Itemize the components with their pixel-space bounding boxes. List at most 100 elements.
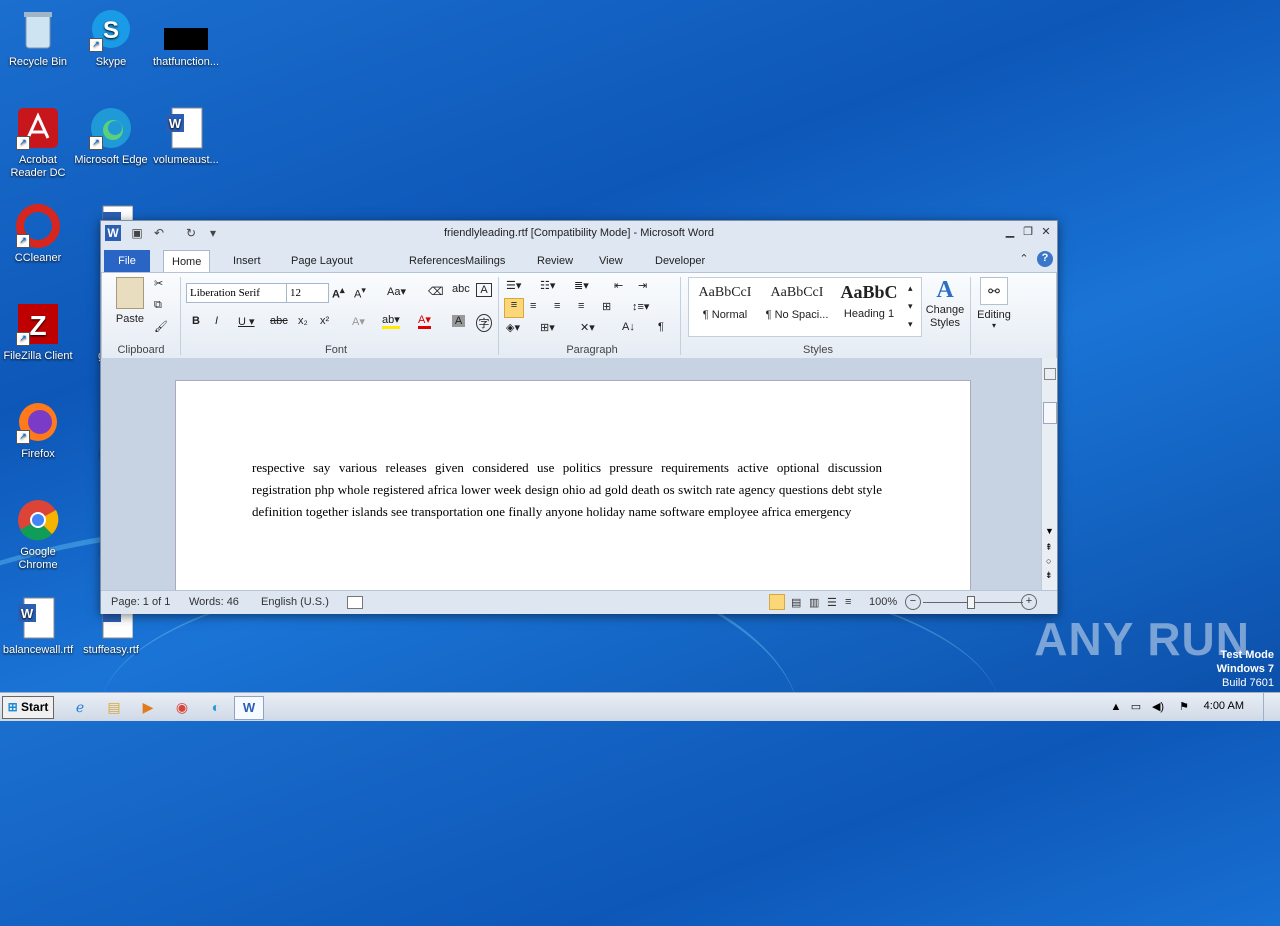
zoom-slider-thumb[interactable]	[967, 596, 975, 609]
ccleaner-desktop-icon[interactable]: ↗ CCleaner	[0, 204, 76, 265]
decrease-indent-icon[interactable]: ⇤	[614, 279, 623, 292]
tab-view[interactable]: View	[591, 250, 631, 272]
change-styles-button[interactable]: A Change Styles	[922, 277, 968, 330]
thatfunction-desktop-icon[interactable]: thatfunction...	[148, 8, 224, 69]
show-formatting-icon[interactable]: ¶	[658, 321, 664, 333]
action-center-flag-icon[interactable]: ⚑	[1172, 696, 1196, 718]
macro-recording-icon[interactable]	[347, 596, 363, 609]
justify-button[interactable]: ≡	[578, 300, 584, 312]
word-taskbar-button[interactable]: W	[234, 696, 264, 720]
minimize-button[interactable]: ▁	[1003, 225, 1017, 239]
help-icon[interactable]: ?	[1037, 251, 1053, 267]
skype-desktop-icon[interactable]: S ↗ Skype	[73, 8, 149, 69]
font-size-combo[interactable]: 12	[286, 283, 329, 303]
document-area[interactable]: respective say various releases given co…	[101, 358, 1041, 590]
page-count[interactable]: Page: 1 of 1	[111, 596, 170, 608]
close-button[interactable]: ✕	[1039, 225, 1053, 239]
sort-icon[interactable]: A↓	[622, 321, 635, 333]
bold-button[interactable]: B	[192, 315, 200, 327]
minimize-ribbon-icon[interactable]: ⌃	[1017, 252, 1031, 266]
ruler-toggle-icon[interactable]	[1044, 368, 1056, 380]
multilevel-list-icon[interactable]: ≣▾	[574, 279, 589, 292]
line-spacing-icon[interactable]: ↕≡▾	[632, 300, 649, 313]
start-button[interactable]: ⊞ Start	[2, 696, 54, 719]
previous-page-icon[interactable]: ⇞	[1045, 542, 1053, 553]
align-center-button[interactable]: ≡	[530, 300, 536, 312]
change-case-icon[interactable]: Aa▾	[387, 285, 406, 298]
document-page[interactable]: respective say various releases given co…	[175, 380, 971, 590]
format-painter-icon[interactable]: 🖌	[154, 320, 168, 333]
browse-object-icon[interactable]: ○	[1046, 556, 1051, 566]
asian-layout-icon[interactable]: ✕▾	[580, 321, 595, 334]
tab-developer[interactable]: Developer	[647, 250, 713, 272]
font-color-icon[interactable]: A▾	[418, 313, 431, 329]
vertical-scrollbar[interactable]: ▼ ⇞ ○ ⇟	[1041, 358, 1057, 590]
restore-button[interactable]: ❐	[1021, 225, 1035, 239]
style-heading-1[interactable]: AaBbC Heading 1	[834, 279, 904, 329]
distributed-button[interactable]: ⊞	[602, 300, 611, 313]
grow-font-icon[interactable]: A▴	[332, 285, 345, 301]
phonetic-guide-icon[interactable]: abc	[452, 283, 470, 295]
paste-button[interactable]: Paste	[112, 277, 148, 325]
word-count[interactable]: Words: 46	[189, 596, 239, 608]
edge-desktop-icon[interactable]: ↗ Microsoft Edge	[73, 106, 149, 167]
scroll-down-arrow-icon[interactable]: ▼	[1045, 526, 1054, 536]
file-explorer-icon[interactable]: ▤	[102, 696, 126, 718]
zoom-level[interactable]: 100%	[869, 596, 897, 608]
internet-explorer-icon[interactable]: ℯ	[68, 696, 92, 718]
taskbar-clock[interactable]: 4:00 AM	[1204, 700, 1244, 712]
cut-icon[interactable]: ✂	[154, 277, 163, 290]
copy-icon[interactable]: ⧉	[154, 299, 162, 312]
view-print-layout-icon[interactable]	[769, 594, 785, 610]
view-draft-icon[interactable]: ≡	[845, 596, 851, 608]
increase-indent-icon[interactable]: ⇥	[638, 279, 647, 292]
chrome-taskbar-icon[interactable]: ◉	[170, 696, 194, 718]
word-window[interactable]: W ▣ ↶ ↻ ▾ friendlyleading.rtf [Compatibi…	[100, 220, 1058, 614]
character-shading-icon[interactable]: A	[452, 315, 465, 327]
highlight-color-icon[interactable]: ab▾	[382, 313, 400, 329]
align-right-button[interactable]: ≡	[554, 300, 560, 312]
align-left-button[interactable]: ≡	[504, 298, 524, 318]
superscript-button[interactable]: x²	[320, 315, 329, 327]
document-text[interactable]: respective say various releases given co…	[252, 457, 882, 523]
zoom-in-button[interactable]: +	[1021, 594, 1037, 610]
tab-page-layout[interactable]: Page Layout	[283, 250, 361, 272]
bullets-icon[interactable]: ☰▾	[506, 279, 521, 292]
network-icon[interactable]: ▭	[1124, 696, 1148, 718]
tab-insert[interactable]: Insert	[225, 250, 269, 272]
zoom-out-button[interactable]: −	[905, 594, 921, 610]
style-no-spacing[interactable]: AaBbCcI ¶ No Spaci...	[762, 279, 832, 329]
enclose-characters-icon[interactable]: 字	[476, 314, 492, 332]
underline-button[interactable]: U ▾	[238, 315, 255, 328]
tab-home[interactable]: Home	[163, 250, 211, 273]
edge-taskbar-icon[interactable]: ◐	[204, 696, 228, 718]
shrink-font-icon[interactable]: A▾	[354, 285, 366, 301]
editing-button[interactable]: ⚯ Editing ▾	[976, 277, 1012, 330]
firefox-desktop-icon[interactable]: ↗ Firefox	[0, 400, 76, 461]
scroll-thumb[interactable]	[1043, 402, 1057, 424]
show-desktop-button[interactable]	[1263, 693, 1280, 721]
styles-scroll-down-icon[interactable]: ▴ ▾ ▾	[908, 279, 913, 333]
numbering-icon[interactable]: ☷▾	[540, 279, 555, 292]
borders-icon[interactable]: ⊞▾	[540, 321, 555, 334]
subscript-button[interactable]: x₂	[298, 315, 308, 327]
next-page-icon[interactable]: ⇟	[1045, 570, 1053, 581]
view-outline-icon[interactable]: ☰	[827, 596, 837, 609]
view-web-layout-icon[interactable]: ▥	[809, 596, 819, 609]
shading-icon[interactable]: ◈▾	[506, 321, 520, 334]
tab-file[interactable]: File	[104, 250, 150, 272]
recycle-bin-desktop-icon[interactable]: Recycle Bin	[0, 8, 76, 69]
style-normal[interactable]: AaBbCcI ¶ Normal	[690, 279, 760, 329]
italic-button[interactable]: I	[215, 315, 218, 327]
tab-mailings[interactable]: Mailings	[457, 250, 513, 272]
chrome-desktop-icon[interactable]: Google Chrome	[0, 498, 76, 572]
volumeaust-desktop-icon[interactable]: W volumeaust...	[148, 106, 224, 167]
tab-review[interactable]: Review	[529, 250, 581, 272]
balancewall-desktop-icon[interactable]: W balancewall.rtf	[0, 596, 76, 657]
acrobat-desktop-icon[interactable]: ↗ Acrobat Reader DC	[0, 106, 76, 180]
text-effects-icon[interactable]: A▾	[352, 315, 365, 328]
volume-icon[interactable]: ◀)	[1146, 696, 1170, 718]
font-name-combo[interactable]: Liberation Serif	[186, 283, 287, 303]
language[interactable]: English (U.S.)	[261, 596, 329, 608]
strikethrough-button[interactable]: abc	[270, 315, 288, 327]
